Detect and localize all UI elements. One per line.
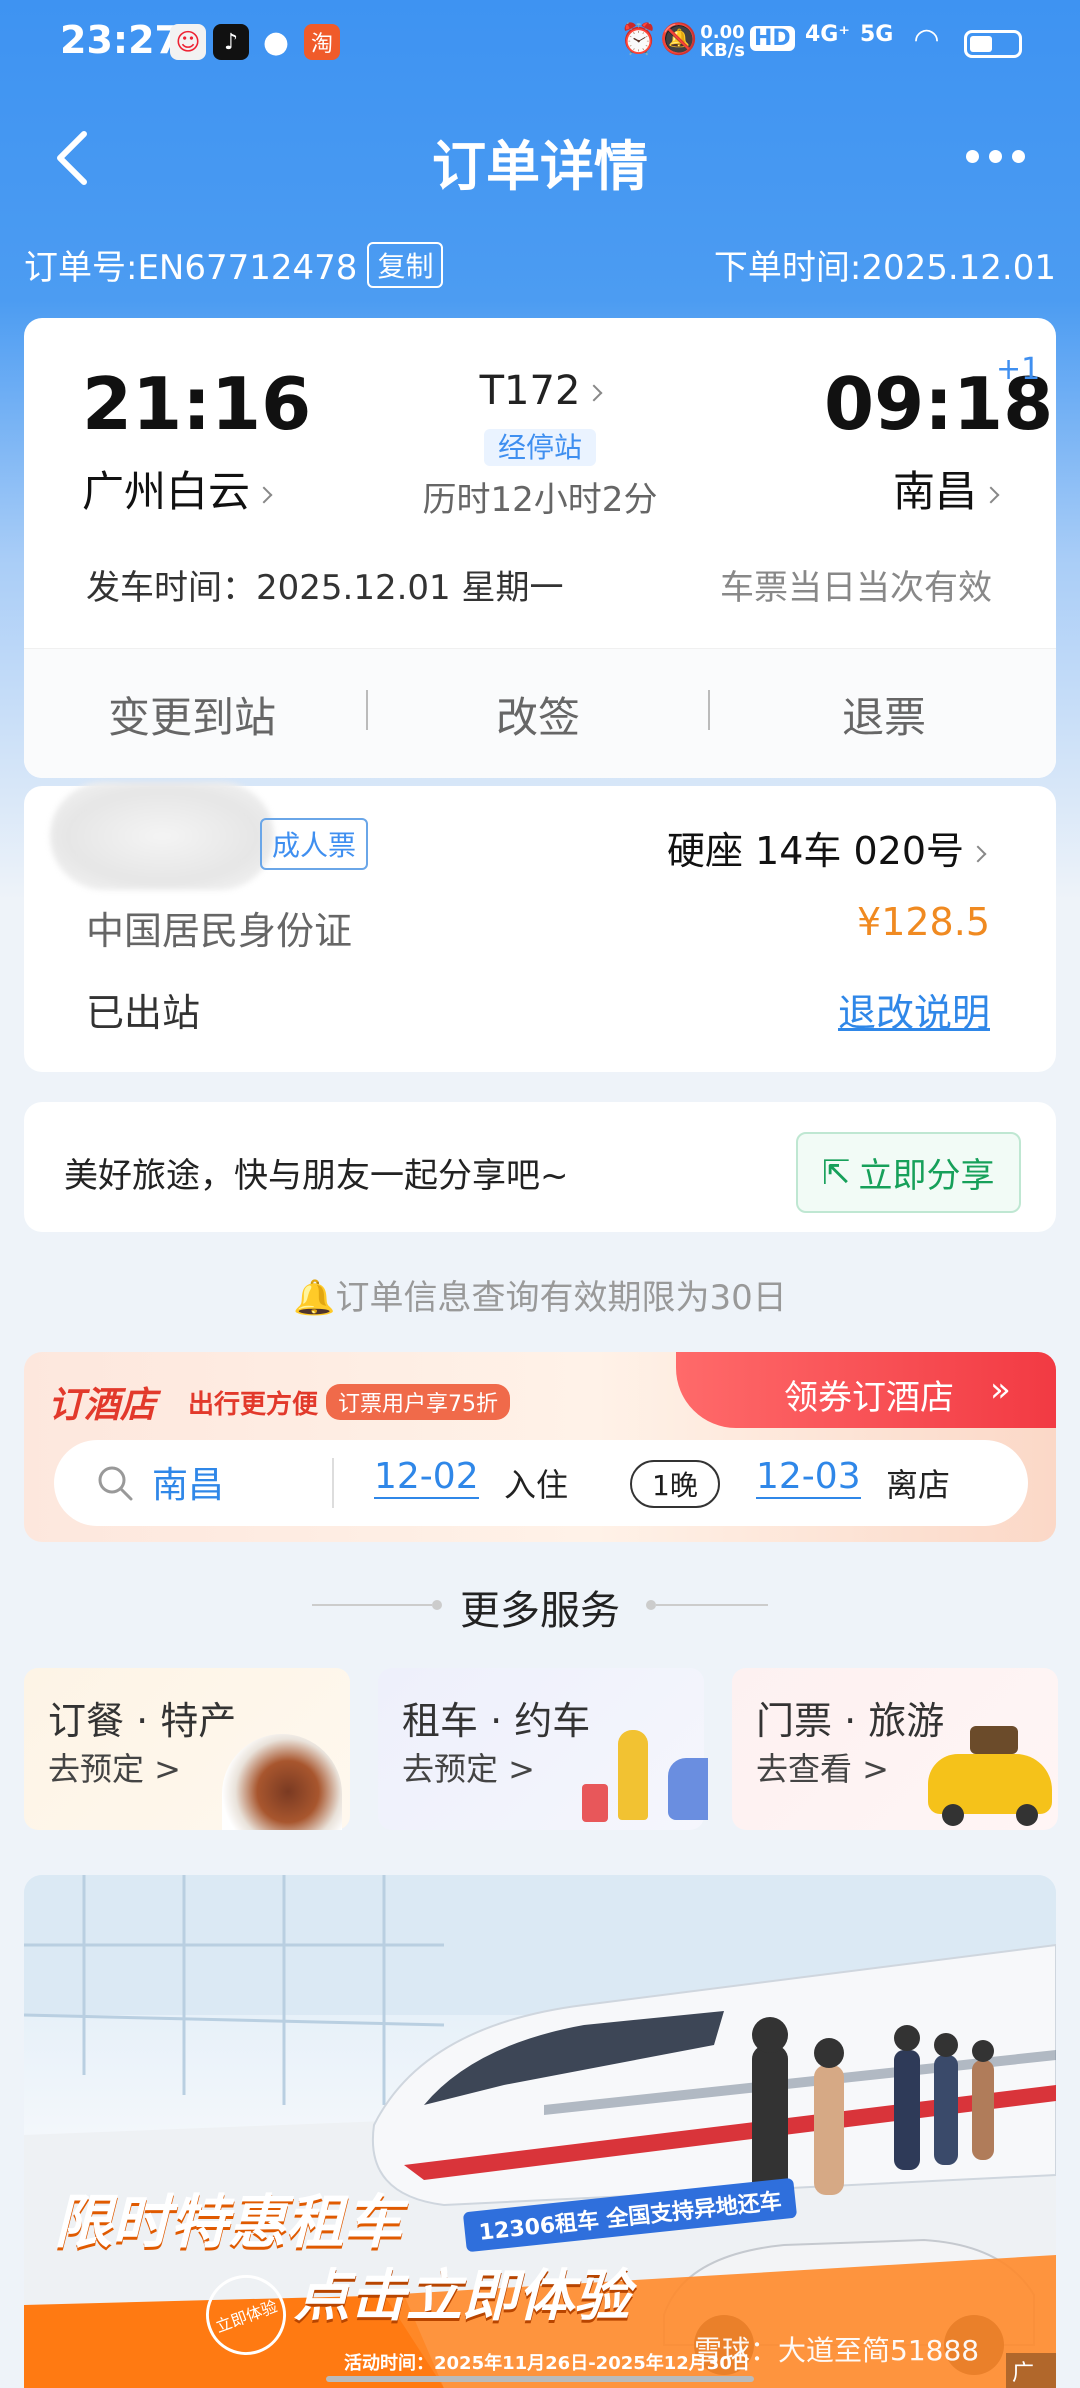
divider	[656, 1604, 768, 1606]
more-services-title: 更多服务	[460, 1588, 620, 1634]
order-number-text: 订单号:EN67712478	[24, 248, 358, 288]
chevron-right-icon	[969, 845, 987, 862]
service-car[interactable]: 租车 · 约车 去预定 >	[378, 1668, 708, 1830]
ad-label: 广告	[1006, 2353, 1056, 2388]
app-notification-icon: ☺	[170, 24, 206, 60]
stop-station-label: 经停站	[483, 429, 596, 466]
arrive-station[interactable]: 南昌	[893, 458, 1000, 519]
shop-app-icon: 淘	[304, 24, 340, 60]
train-number-label: T172	[479, 368, 581, 414]
divider-dot	[646, 1600, 656, 1610]
reschedule-button[interactable]: 改签	[496, 684, 580, 745]
service-sub: 去预定 >	[402, 1750, 535, 1788]
share-button[interactable]: ⇱ 立即分享	[796, 1132, 1021, 1213]
hotel-promo: 订票用户享75折	[326, 1384, 510, 1420]
depart-station-label: 广州白云	[82, 467, 251, 516]
bell-icon: 🔔	[293, 1278, 336, 1318]
seat-label: 硬座 14车 020号	[666, 829, 964, 873]
battery-icon	[964, 30, 1022, 58]
car-icon	[668, 1758, 708, 1820]
train-number[interactable]: T172	[420, 368, 660, 414]
more-menu-icon[interactable]	[966, 150, 1025, 163]
signal-5g-icon: 5G	[860, 22, 894, 47]
checkout-label: 离店	[886, 1466, 951, 1504]
service-title: 租车 · 约车	[402, 1699, 591, 1743]
ticket-type-tag: 成人票	[260, 818, 369, 870]
status-time: 23:27	[60, 18, 181, 62]
chevron-right-icon	[585, 384, 603, 402]
refund-rules-link[interactable]: 退改说明	[838, 982, 990, 1037]
service-title: 订餐 · 特产	[48, 1699, 237, 1743]
checkout-date[interactable]: 12-03	[756, 1456, 861, 1499]
divider	[708, 690, 710, 730]
arrive-plus-day: +1	[996, 352, 1041, 387]
service-sub: 去查看 >	[756, 1750, 889, 1788]
hotel-brand: 订酒店	[48, 1385, 157, 1426]
service-tour[interactable]: 门票 · 旅游 去查看 >	[732, 1668, 1058, 1830]
trip-duration: 历时12小时2分	[422, 480, 658, 520]
banner-headline-1: 限时特惠租车	[54, 2188, 403, 2256]
tiktok-icon: ♪	[213, 24, 249, 60]
hotel-slogan: 出行更方便	[188, 1390, 319, 1420]
query-notice: 🔔订单信息查询有效期限为30日	[0, 1270, 1080, 1319]
service-sub: 去预定 >	[48, 1750, 181, 1788]
order-number: 订单号:EN67712478 复制	[24, 240, 444, 289]
chevron-right-icon	[982, 486, 1000, 503]
ticket-validity: 车票当日当次有效	[720, 568, 992, 608]
banner-activity-time: 活动时间：2025年11月26日-2025年12月30日	[344, 2353, 750, 2374]
depart-date: 发车时间：2025.12.01 星期一	[86, 568, 564, 608]
net-speed: 0.00 KB/s	[700, 22, 745, 61]
page-title: 订单详情	[432, 135, 648, 198]
arrive-station-label: 南昌	[893, 467, 978, 516]
wifi-icon: ◠	[915, 22, 939, 57]
search-icon	[98, 1466, 133, 1501]
wechat-icon: ●	[262, 24, 290, 60]
service-title: 门票 · 旅游	[756, 1699, 945, 1743]
ticket-price: ¥128.5	[857, 900, 990, 944]
luggage-icon	[582, 1784, 608, 1822]
ticket-status: 已出站	[86, 991, 201, 1035]
nights-count: 1晚	[630, 1460, 720, 1508]
signal-4g-icon: 4G⁺	[805, 22, 850, 47]
hotel-booking-card[interactable]: 订酒店 出行更方便 订票用户享75折 领券订酒店 » 南昌 12-02 入住 1…	[24, 1352, 1056, 1542]
checkin-label: 入住	[504, 1466, 569, 1504]
banner-headline-2: 点击立即体验	[294, 2264, 630, 2329]
order-time: 下单时间:2025.12.01	[713, 248, 1056, 288]
seat-info[interactable]: 硬座 14车 020号	[666, 820, 987, 875]
service-food[interactable]: 订餐 · 特产 去预定 >	[24, 1668, 350, 1830]
notice-text: 订单信息查询有效期限为30日	[335, 1278, 787, 1318]
wheel	[942, 1804, 964, 1826]
blurred-passenger-name	[50, 782, 274, 890]
id-type: 中国居民身份证	[86, 909, 353, 953]
hd-icon: HD	[750, 26, 795, 51]
depart-time: 21:16	[82, 362, 312, 446]
coupon-label[interactable]: 领券订酒店	[784, 1370, 954, 1419]
refund-button[interactable]: 退票	[842, 684, 926, 745]
share-text: 美好旅途，快与朋友一起分享吧~	[64, 1156, 569, 1196]
change-destination-button[interactable]: 变更到站	[108, 684, 276, 745]
chevron-right-icon	[255, 486, 273, 503]
mute-icon: 🔕	[660, 22, 698, 57]
share-icon: ⇱	[822, 1152, 851, 1193]
traveler-figure	[618, 1730, 648, 1820]
double-chevron-icon: »	[990, 1370, 1011, 1410]
checkin-date[interactable]: 12-02	[374, 1456, 479, 1499]
suitcase-icon	[970, 1726, 1018, 1754]
divider	[366, 690, 368, 730]
divider	[332, 1458, 334, 1508]
hotel-search-bar[interactable]: 南昌 12-02 入住 1晚 12-03 离店	[54, 1440, 1028, 1526]
share-button-label: 立即分享	[858, 1156, 995, 1196]
hotel-city[interactable]: 南昌	[152, 1456, 224, 1508]
home-indicator[interactable]	[326, 2376, 754, 2382]
depart-station[interactable]: 广州白云	[82, 458, 273, 519]
watermark: 雪球：大道至简51888	[694, 2334, 980, 2367]
alarm-icon: ⏰	[620, 22, 658, 57]
food-image	[222, 1734, 342, 1830]
wheel	[1016, 1804, 1038, 1826]
copy-button[interactable]: 复制	[367, 241, 444, 288]
stop-station-tag[interactable]: 经停站	[420, 426, 660, 466]
car-rental-banner[interactable]: 12306租车 全国支持异地还车 限时特惠租车 点击立即体验 立即体验 活动时间…	[24, 1875, 1056, 2388]
